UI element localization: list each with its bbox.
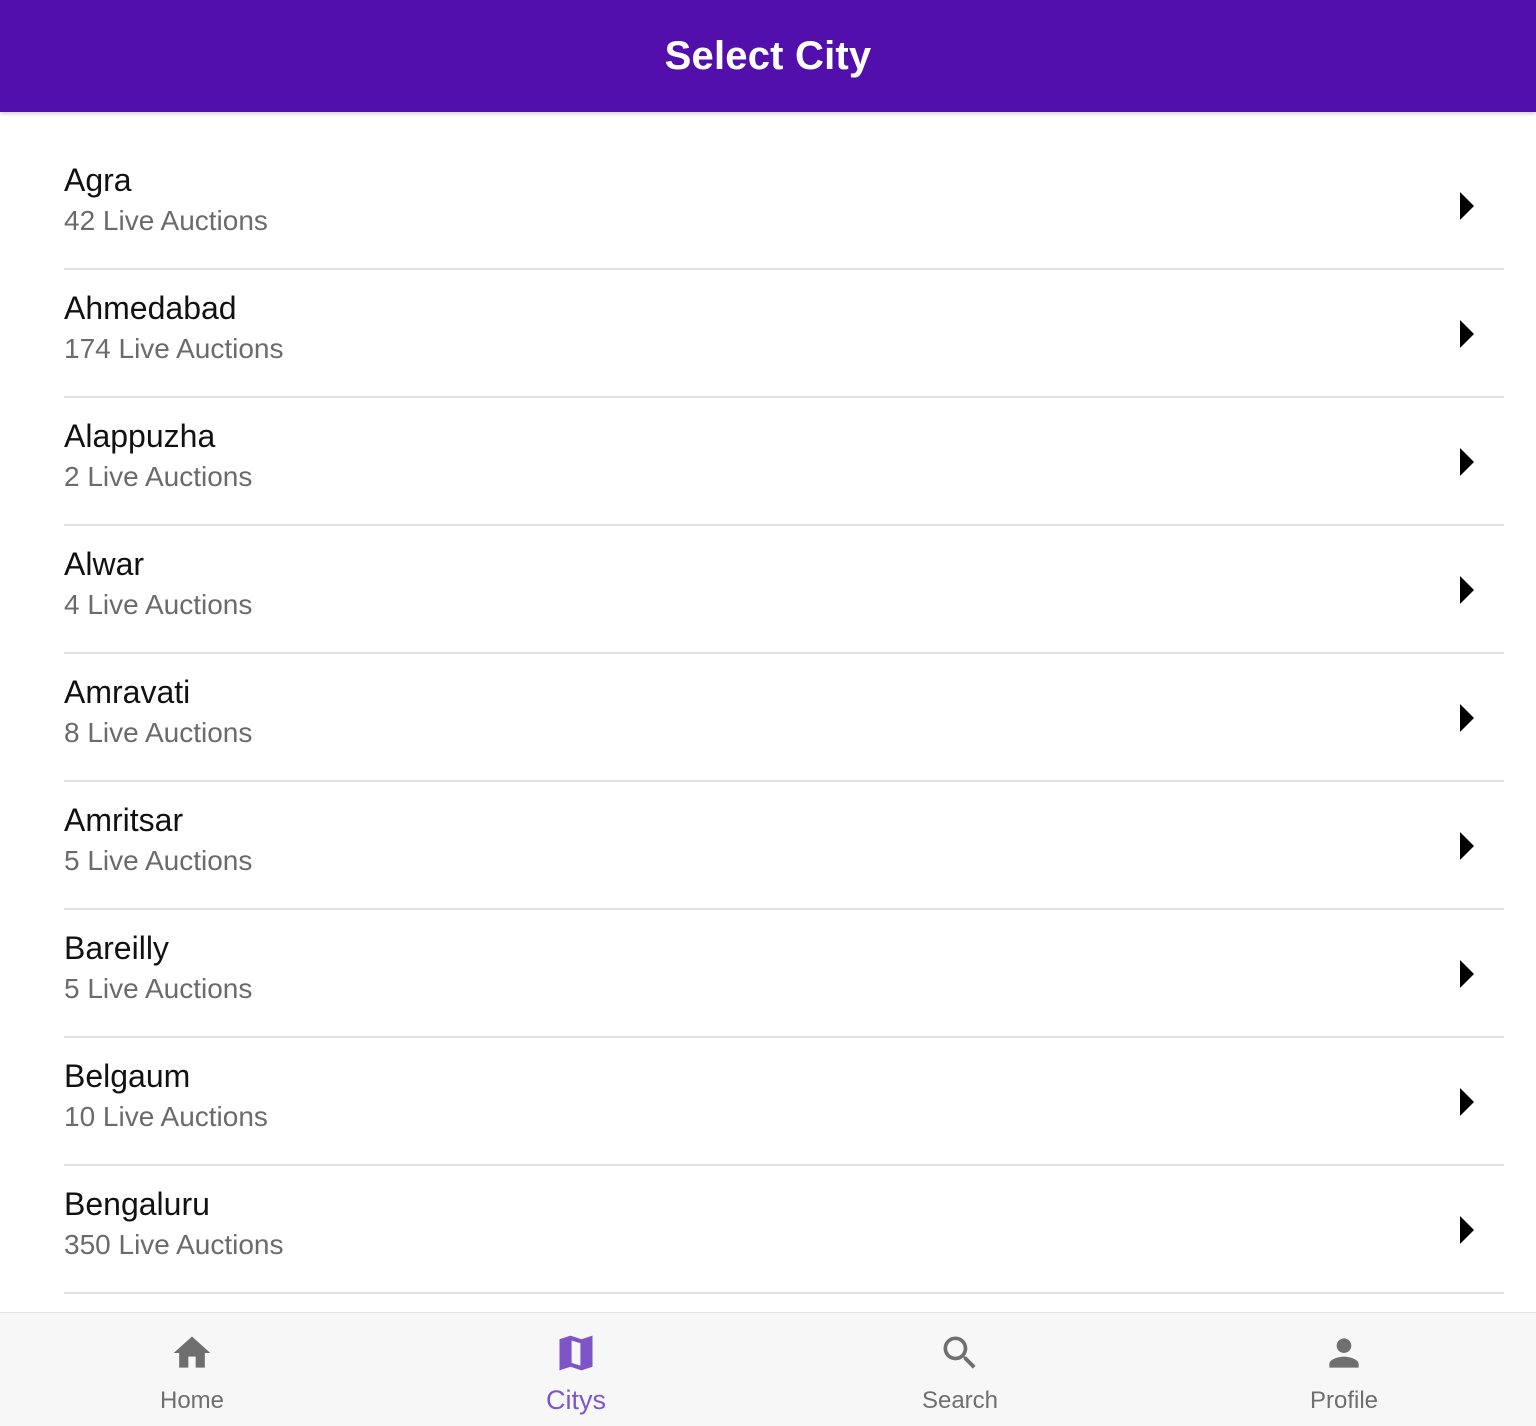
list-item[interactable]: Amravati 8 Live Auctions [64, 654, 1504, 782]
list-item-text: Alwar 4 Live Auctions [64, 544, 252, 624]
city-name: Bareilly [64, 930, 169, 966]
city-list[interactable]: Agra 42 Live Auctions Ahmedabad 174 Live Au… [0, 114, 1536, 1312]
list-item-text: Agra 42 Live Auctions [64, 160, 268, 240]
city-name: Amravati [64, 674, 191, 710]
city-name: Agra [64, 162, 132, 198]
chevron-right-icon [1460, 1088, 1474, 1116]
tab-search[interactable]: Search [768, 1313, 1152, 1426]
chevron-right-icon [1460, 1216, 1474, 1244]
tab-home[interactable]: Home [0, 1313, 384, 1426]
list-item-text: Amritsar 5 Live Auctions [64, 800, 252, 880]
list-item[interactable]: Agra 42 Live Auctions [64, 114, 1504, 270]
bottom-navigation: Home Citys Search Profile [0, 1312, 1536, 1426]
tab-home-label: Home [159, 1387, 225, 1414]
auction-count: 2 Live Auctions [64, 461, 253, 492]
list-item[interactable]: Amritsar 5 Live Auctions [64, 782, 1504, 910]
city-name: Bengaluru [64, 1186, 210, 1222]
list-item[interactable]: Belgaum 10 Live Auctions [64, 1038, 1504, 1166]
auction-count: 350 Live Auctions [64, 1229, 284, 1260]
list-item-text: Alappuzha 2 Live Auctions [64, 416, 252, 496]
auction-count: 42 Live Auctions [64, 205, 268, 236]
list-item-text: Ahmedabad 174 Live Auctions [64, 288, 284, 368]
chevron-right-icon [1460, 192, 1474, 220]
city-name: Ahmedabad [64, 290, 237, 326]
chevron-right-icon [1460, 320, 1474, 348]
chevron-right-icon [1460, 448, 1474, 476]
list-item-text: Amravati 8 Live Auctions [64, 672, 252, 752]
auction-count: 10 Live Auctions [64, 1101, 268, 1132]
auction-count: 5 Live Auctions [64, 845, 253, 876]
search-icon [943, 1336, 976, 1369]
list-item[interactable]: Alappuzha 2 Live Auctions [64, 398, 1504, 526]
tab-citys-label: Citys [546, 1385, 606, 1415]
auction-count: 8 Live Auctions [64, 717, 253, 748]
list-item-text: Bareilly 5 Live Auctions [64, 928, 252, 1008]
auction-count: 174 Live Auctions [64, 333, 284, 364]
page-title: Select City [664, 33, 872, 78]
chevron-right-icon [1460, 576, 1474, 604]
tab-profile[interactable]: Profile [1152, 1313, 1536, 1426]
city-name: Amritsar [64, 802, 184, 838]
app-bar: Select City [0, 0, 1536, 112]
list-item[interactable]: Bareilly 5 Live Auctions [64, 910, 1504, 1038]
auction-count: 5 Live Auctions [64, 973, 253, 1004]
auction-count: 4 Live Auctions [64, 589, 253, 620]
list-item[interactable]: Alwar 4 Live Auctions [64, 526, 1504, 654]
tab-profile-label: Profile [1309, 1387, 1379, 1414]
app-screen: Select City Agra 42 Live Auctions Ahmedaba… [0, 0, 1536, 1426]
city-name: Alappuzha [64, 418, 216, 454]
list-item[interactable]: Ahmedabad 174 Live Auctions [64, 270, 1504, 398]
person-icon [1329, 1338, 1359, 1368]
tab-search-label: Search [921, 1387, 999, 1414]
chevron-right-icon [1460, 704, 1474, 732]
list-item-text: Belgaum 10 Live Auctions [64, 1056, 268, 1136]
list-item[interactable]: Bengaluru 350 Live Auctions [64, 1166, 1504, 1294]
map-icon [559, 1335, 593, 1371]
chevron-right-icon [1460, 832, 1474, 860]
city-name: Belgaum [64, 1058, 191, 1094]
chevron-right-icon [1460, 960, 1474, 988]
city-name: Alwar [64, 546, 145, 582]
tab-citys[interactable]: Citys [384, 1313, 768, 1426]
home-icon [173, 1336, 211, 1368]
list-item-text: Bengaluru 350 Live Auctions [64, 1184, 284, 1264]
